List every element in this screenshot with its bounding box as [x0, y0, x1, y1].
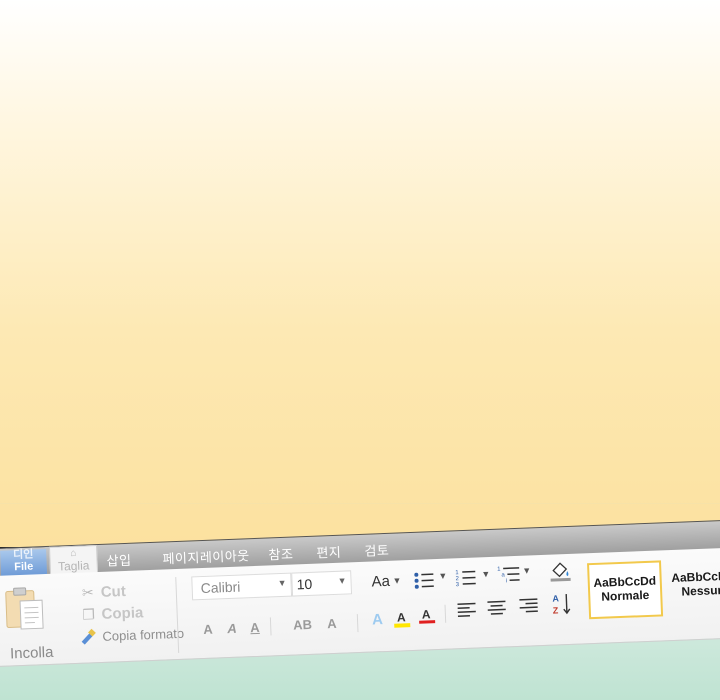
format-painter-icon[interactable]: [79, 628, 98, 645]
format-painter-button[interactable]: Copia formato: [102, 626, 184, 644]
tab-references[interactable]: 참조: [268, 544, 294, 564]
align-right-icon[interactable]: [518, 597, 539, 614]
background-panel: [0, 0, 720, 548]
svg-text:A: A: [397, 610, 407, 624]
chevron-down-icon: ▼: [337, 575, 347, 586]
svg-text:i: i: [506, 578, 508, 584]
tab-home-label: Taglia: [57, 558, 90, 574]
panel-divider: [0, 503, 720, 504]
numbered-list-icon[interactable]: 1 2 3: [455, 567, 478, 588]
style-normal[interactable]: AaBbCcDd Normale: [587, 560, 664, 620]
tab-mailings[interactable]: 편지: [316, 542, 342, 562]
svg-text:A: A: [422, 607, 432, 621]
tab-file-label: File: [14, 560, 34, 574]
chevron-down-icon: ▼: [277, 577, 287, 589]
bold-button[interactable]: A: [203, 622, 213, 637]
text-effects-icon[interactable]: A: [372, 611, 383, 628]
style-normal-sample: AaBbCcDd: [593, 573, 657, 591]
svg-text:Z: Z: [553, 605, 559, 615]
group-separator: [175, 577, 180, 654]
chevron-down-icon: ▼: [481, 568, 491, 580]
svg-text:A: A: [552, 593, 559, 603]
chevron-down-icon: ▼: [522, 565, 532, 576]
scissors-icon[interactable]: ✂: [79, 584, 96, 601]
style-no-spacing[interactable]: AaBbCcDd Nessun: [667, 557, 720, 612]
paste-icon[interactable]: [4, 586, 46, 632]
shading-bucket-icon[interactable]: [549, 560, 572, 583]
cut-button[interactable]: Cut: [100, 583, 126, 601]
font-size-value: 10: [296, 575, 313, 593]
chevron-down-icon: ▼: [438, 570, 448, 581]
multilevel-list-icon[interactable]: 1 a i: [497, 564, 522, 585]
font-color-icon[interactable]: A: [418, 605, 437, 628]
group-separator: [444, 604, 447, 623]
svg-text:3: 3: [456, 582, 460, 588]
underline-button[interactable]: A: [250, 620, 260, 635]
copy-icon[interactable]: ❐: [80, 606, 97, 623]
style-normal-label: Normale: [601, 587, 650, 604]
tab-file[interactable]: 디인 File: [0, 548, 48, 577]
change-case-button[interactable]: Aa: [371, 573, 390, 591]
copy-button[interactable]: Copia: [101, 604, 143, 623]
align-center-icon[interactable]: [486, 599, 507, 616]
tab-page-layout[interactable]: 페이지레이아웃: [162, 545, 250, 567]
font-name-select[interactable]: Calibri ▼: [191, 572, 293, 601]
italic-button[interactable]: A: [227, 621, 237, 636]
font-size-select[interactable]: 10 ▼: [291, 570, 353, 597]
subscript-button[interactable]: A: [327, 616, 337, 631]
style-no-spacing-label: Nessun: [681, 582, 720, 599]
group-separator: [269, 617, 272, 636]
tab-insert[interactable]: 삽입: [106, 550, 132, 570]
paste-button[interactable]: Incolla: [10, 644, 54, 663]
strikethrough-button[interactable]: AB: [293, 617, 312, 633]
align-left-icon[interactable]: [456, 602, 477, 619]
bullet-list-icon[interactable]: [413, 571, 436, 590]
chevron-down-icon: ▼: [392, 575, 402, 586]
tab-home[interactable]: ⌂ Taglia: [48, 545, 99, 576]
tab-review[interactable]: 검토: [364, 540, 390, 560]
highlight-color-icon[interactable]: A: [393, 608, 412, 631]
sort-az-icon[interactable]: A Z: [552, 592, 573, 617]
font-name-value: Calibri: [200, 578, 241, 597]
group-separator: [356, 614, 359, 633]
